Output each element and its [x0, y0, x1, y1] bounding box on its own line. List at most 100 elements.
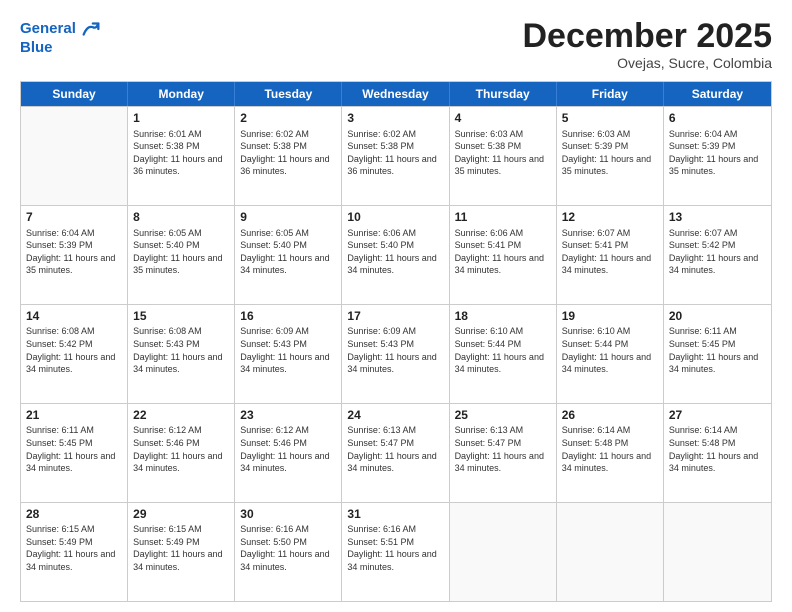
day-info: Sunrise: 6:02 AM Sunset: 5:38 PM Dayligh…	[240, 128, 336, 178]
empty-cell	[557, 503, 664, 601]
day-cell-13: 13Sunrise: 6:07 AM Sunset: 5:42 PM Dayli…	[664, 206, 771, 304]
day-number: 25	[455, 407, 551, 423]
day-cell-15: 15Sunrise: 6:08 AM Sunset: 5:43 PM Dayli…	[128, 305, 235, 403]
day-number: 21	[26, 407, 122, 423]
day-header-sunday: Sunday	[21, 82, 128, 106]
day-info: Sunrise: 6:08 AM Sunset: 5:42 PM Dayligh…	[26, 325, 122, 375]
day-info: Sunrise: 6:13 AM Sunset: 5:47 PM Dayligh…	[455, 424, 551, 474]
day-info: Sunrise: 6:06 AM Sunset: 5:41 PM Dayligh…	[455, 227, 551, 277]
day-cell-19: 19Sunrise: 6:10 AM Sunset: 5:44 PM Dayli…	[557, 305, 664, 403]
day-info: Sunrise: 6:10 AM Sunset: 5:44 PM Dayligh…	[562, 325, 658, 375]
day-info: Sunrise: 6:03 AM Sunset: 5:39 PM Dayligh…	[562, 128, 658, 178]
week-row-1: 7 Sunrise: 6:04 AM Sunset: 5:39 PM Daylig…	[21, 205, 771, 304]
day-info: Sunrise: 6:12 AM Sunset: 5:46 PM Dayligh…	[240, 424, 336, 474]
day-number: 10	[347, 209, 443, 225]
day-header-wednesday: Wednesday	[342, 82, 449, 106]
day-info: Sunrise: 6:11 AM Sunset: 5:45 PM Dayligh…	[26, 424, 122, 474]
day-number: 31	[347, 506, 443, 522]
day-header-thursday: Thursday	[450, 82, 557, 106]
day-info: Sunrise: 6:14 AM Sunset: 5:48 PM Dayligh…	[669, 424, 766, 474]
day-number: 23	[240, 407, 336, 423]
day-cell-30: 30Sunrise: 6:16 AM Sunset: 5:50 PM Dayli…	[235, 503, 342, 601]
day-number: 24	[347, 407, 443, 423]
week-row-0: 1 Sunrise: 6:01 AM Sunset: 5:38 PM Daylig…	[21, 106, 771, 205]
day-info: Sunrise: 6:05 AM Sunset: 5:40 PM Dayligh…	[133, 227, 229, 277]
day-cell-14: 14Sunrise: 6:08 AM Sunset: 5:42 PM Dayli…	[21, 305, 128, 403]
day-info: Sunrise: 6:13 AM Sunset: 5:47 PM Dayligh…	[347, 424, 443, 474]
day-cell-11: 11 Sunrise: 6:06 AM Sunset: 5:41 PM Dayli…	[450, 206, 557, 304]
day-number: 14	[26, 308, 122, 324]
day-number: 1	[133, 110, 229, 126]
day-cell-17: 17Sunrise: 6:09 AM Sunset: 5:43 PM Dayli…	[342, 305, 449, 403]
day-cell-21: 21Sunrise: 6:11 AM Sunset: 5:45 PM Dayli…	[21, 404, 128, 502]
day-number: 17	[347, 308, 443, 324]
day-cell-3: 3 Sunrise: 6:02 AM Sunset: 5:38 PM Daylig…	[342, 107, 449, 205]
day-header-monday: Monday	[128, 82, 235, 106]
day-cell-10: 10 Sunrise: 6:06 AM Sunset: 5:40 PM Dayli…	[342, 206, 449, 304]
day-cell-20: 20Sunrise: 6:11 AM Sunset: 5:45 PM Dayli…	[664, 305, 771, 403]
day-cell-26: 26Sunrise: 6:14 AM Sunset: 5:48 PM Dayli…	[557, 404, 664, 502]
day-number: 12	[562, 209, 658, 225]
empty-cell	[450, 503, 557, 601]
day-info: Sunrise: 6:09 AM Sunset: 5:43 PM Dayligh…	[240, 325, 336, 375]
day-number: 3	[347, 110, 443, 126]
day-number: 7	[26, 209, 122, 225]
day-number: 19	[562, 308, 658, 324]
empty-cell	[664, 503, 771, 601]
day-info: Sunrise: 6:05 AM Sunset: 5:40 PM Dayligh…	[240, 227, 336, 277]
day-info: Sunrise: 6:04 AM Sunset: 5:39 PM Dayligh…	[669, 128, 766, 178]
day-cell-31: 31Sunrise: 6:16 AM Sunset: 5:51 PM Dayli…	[342, 503, 449, 601]
day-info: Sunrise: 6:14 AM Sunset: 5:48 PM Dayligh…	[562, 424, 658, 474]
day-cell-9: 9 Sunrise: 6:05 AM Sunset: 5:40 PM Daylig…	[235, 206, 342, 304]
day-info: Sunrise: 6:02 AM Sunset: 5:38 PM Dayligh…	[347, 128, 443, 178]
day-info: Sunrise: 6:10 AM Sunset: 5:44 PM Dayligh…	[455, 325, 551, 375]
day-number: 28	[26, 506, 122, 522]
calendar: SundayMondayTuesdayWednesdayThursdayFrid…	[20, 81, 772, 602]
day-number: 4	[455, 110, 551, 126]
day-number: 9	[240, 209, 336, 225]
day-number: 11	[455, 209, 551, 225]
empty-cell	[21, 107, 128, 205]
day-number: 5	[562, 110, 658, 126]
day-number: 16	[240, 308, 336, 324]
calendar-body: 1 Sunrise: 6:01 AM Sunset: 5:38 PM Daylig…	[21, 106, 771, 601]
day-cell-22: 22Sunrise: 6:12 AM Sunset: 5:46 PM Dayli…	[128, 404, 235, 502]
week-row-2: 14Sunrise: 6:08 AM Sunset: 5:42 PM Dayli…	[21, 304, 771, 403]
day-info: Sunrise: 6:15 AM Sunset: 5:49 PM Dayligh…	[26, 523, 122, 573]
title-block: December 2025 Ovejas, Sucre, Colombia	[522, 18, 772, 71]
day-info: Sunrise: 6:03 AM Sunset: 5:38 PM Dayligh…	[455, 128, 551, 178]
day-number: 18	[455, 308, 551, 324]
day-info: Sunrise: 6:16 AM Sunset: 5:51 PM Dayligh…	[347, 523, 443, 573]
logo-blue-text: Blue	[20, 40, 102, 57]
day-info: Sunrise: 6:04 AM Sunset: 5:39 PM Dayligh…	[26, 227, 122, 277]
day-cell-23: 23Sunrise: 6:12 AM Sunset: 5:46 PM Dayli…	[235, 404, 342, 502]
calendar-header: SundayMondayTuesdayWednesdayThursdayFrid…	[21, 82, 771, 106]
day-info: Sunrise: 6:01 AM Sunset: 5:38 PM Dayligh…	[133, 128, 229, 178]
day-info: Sunrise: 6:12 AM Sunset: 5:46 PM Dayligh…	[133, 424, 229, 474]
day-info: Sunrise: 6:09 AM Sunset: 5:43 PM Dayligh…	[347, 325, 443, 375]
day-cell-12: 12Sunrise: 6:07 AM Sunset: 5:41 PM Dayli…	[557, 206, 664, 304]
day-number: 30	[240, 506, 336, 522]
day-number: 15	[133, 308, 229, 324]
day-info: Sunrise: 6:11 AM Sunset: 5:45 PM Dayligh…	[669, 325, 766, 375]
logo-text: General	[20, 21, 76, 38]
day-cell-29: 29Sunrise: 6:15 AM Sunset: 5:49 PM Dayli…	[128, 503, 235, 601]
day-number: 13	[669, 209, 766, 225]
day-cell-24: 24Sunrise: 6:13 AM Sunset: 5:47 PM Dayli…	[342, 404, 449, 502]
day-cell-28: 28Sunrise: 6:15 AM Sunset: 5:49 PM Dayli…	[21, 503, 128, 601]
day-cell-18: 18Sunrise: 6:10 AM Sunset: 5:44 PM Dayli…	[450, 305, 557, 403]
day-header-friday: Friday	[557, 82, 664, 106]
day-number: 2	[240, 110, 336, 126]
month-title: December 2025	[522, 18, 772, 55]
logo-icon	[80, 18, 102, 40]
day-cell-25: 25Sunrise: 6:13 AM Sunset: 5:47 PM Dayli…	[450, 404, 557, 502]
day-cell-1: 1 Sunrise: 6:01 AM Sunset: 5:38 PM Daylig…	[128, 107, 235, 205]
day-header-saturday: Saturday	[664, 82, 771, 106]
day-cell-7: 7 Sunrise: 6:04 AM Sunset: 5:39 PM Daylig…	[21, 206, 128, 304]
week-row-4: 28Sunrise: 6:15 AM Sunset: 5:49 PM Dayli…	[21, 502, 771, 601]
header: General Blue December 2025 Ovejas, Sucre…	[20, 18, 772, 71]
day-number: 8	[133, 209, 229, 225]
day-cell-6: 6Sunrise: 6:04 AM Sunset: 5:39 PM Daylig…	[664, 107, 771, 205]
day-number: 22	[133, 407, 229, 423]
day-info: Sunrise: 6:06 AM Sunset: 5:40 PM Dayligh…	[347, 227, 443, 277]
